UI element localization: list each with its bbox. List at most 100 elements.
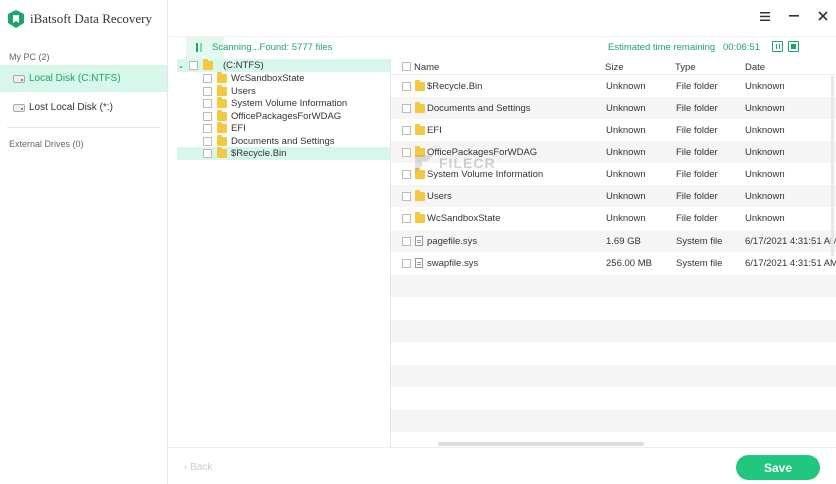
cell-size: Unknown — [606, 191, 646, 202]
pause-button[interactable] — [772, 41, 783, 52]
table-row[interactable]: EFI Unknown File folder Unknown — [391, 119, 836, 141]
cell-name: Users — [427, 191, 452, 202]
tree-item-label: (C:NTFS) — [223, 60, 264, 71]
sidebar: iBatsoft Data Recovery My PC (2) Local D… — [0, 0, 168, 484]
cell-type: System file — [676, 258, 723, 269]
stop-button[interactable] — [788, 41, 799, 52]
cell-date: Unknown — [745, 103, 785, 114]
tree-checkbox[interactable] — [189, 61, 198, 70]
cell-size: Unknown — [606, 125, 646, 136]
app-logo: iBatsoft Data Recovery — [8, 9, 152, 29]
tree-item-label: $Recycle.Bin — [231, 148, 287, 159]
tree-checkbox[interactable] — [203, 149, 212, 158]
close-icon[interactable] — [815, 8, 831, 24]
cell-type: System file — [676, 236, 723, 247]
folder-icon — [217, 110, 227, 121]
cell-size: Unknown — [606, 147, 646, 158]
tree-item-selected[interactable]: $Recycle.Bin — [177, 147, 390, 160]
table-row[interactable]: swapfile.sys 256.00 MB System file 6/17/… — [391, 252, 836, 274]
menu-icon[interactable] — [757, 8, 773, 24]
cell-date: 6/17/2021 4:31:51 AM — [745, 236, 836, 247]
watermark: FILECR — [415, 150, 515, 180]
tree-item-root[interactable]: ⌄ (C:NTFS) — [177, 59, 390, 72]
table-row[interactable]: pagefile.sys 1.69 GB System file 6/17/20… — [391, 230, 836, 252]
tree-checkbox[interactable] — [203, 74, 212, 83]
horizontal-scrollbar[interactable] — [438, 442, 644, 446]
tree-checkbox[interactable] — [203, 99, 212, 108]
cell-type: File folder — [676, 81, 718, 92]
tree-item-label: Users — [231, 86, 256, 97]
vertical-scrollbar[interactable] — [831, 76, 834, 256]
tree-item[interactable]: System Volume Information — [177, 97, 390, 110]
sidebar-item-lost-local-disk[interactable]: Lost Local Disk (*:) — [0, 94, 167, 121]
tree-item-label: EFI — [231, 123, 246, 134]
cell-size: 256.00 MB — [606, 258, 652, 269]
file-table: Name Size Type Date $Recycle.Bin Unknown… — [391, 59, 836, 447]
row-checkbox[interactable] — [402, 192, 411, 201]
tree-item-label: OfficePackagesForWDAG — [231, 111, 342, 122]
folder-tree: ⌄ (C:NTFS) WcSandboxState Users System V… — [177, 59, 390, 447]
tree-checkbox[interactable] — [203, 87, 212, 96]
minimize-icon[interactable] — [786, 8, 802, 24]
cell-type: File folder — [676, 213, 718, 224]
tree-checkbox[interactable] — [203, 124, 212, 133]
cell-date: Unknown — [745, 191, 785, 202]
table-row[interactable]: $Recycle.Bin Unknown File folder Unknown — [391, 75, 836, 97]
estimated-time-label: Estimated time remaining — [608, 42, 716, 53]
cell-size: 1.69 GB — [606, 236, 641, 247]
column-header-type[interactable]: Type — [675, 62, 696, 73]
sidebar-item-label: Local Disk (C:NTFS) — [29, 73, 121, 84]
tree-checkbox[interactable] — [203, 112, 212, 121]
column-header-size[interactable]: Size — [605, 62, 623, 73]
empty-row — [391, 410, 836, 432]
cell-date: Unknown — [745, 147, 785, 158]
my-pc-label: My PC (2) — [9, 52, 50, 62]
app-window: iBatsoft Data Recovery My PC (2) Local D… — [0, 0, 836, 484]
estimated-time-value: 00:06:51 — [723, 42, 760, 53]
external-drives-label: External Drives (0) — [9, 139, 84, 149]
row-checkbox[interactable] — [402, 148, 411, 157]
scan-status-bar: Scanning...Found: 5777 files Estimated t… — [168, 37, 836, 59]
cell-name: Documents and Settings — [427, 103, 531, 114]
cell-type: File folder — [676, 191, 718, 202]
cell-type: File folder — [676, 103, 718, 114]
save-button[interactable]: Save — [736, 455, 820, 480]
sidebar-item-local-disk[interactable]: Local Disk (C:NTFS) — [0, 65, 167, 92]
cell-type: File folder — [676, 147, 718, 158]
cell-date: Unknown — [745, 81, 785, 92]
folder-icon — [217, 85, 227, 96]
empty-row — [391, 275, 836, 297]
cell-name: pagefile.sys — [427, 236, 478, 247]
row-checkbox[interactable] — [402, 237, 411, 246]
cell-size: Unknown — [606, 81, 646, 92]
logo-icon — [8, 10, 24, 28]
table-row[interactable]: WcSandboxState Unknown File folder Unkno… — [391, 207, 836, 229]
select-all-checkbox[interactable] — [402, 62, 411, 71]
tree-item-label: System Volume Information — [231, 98, 348, 109]
table-row[interactable]: Users Unknown File folder Unknown — [391, 185, 836, 207]
back-button-label: Back — [190, 462, 213, 473]
empty-row — [391, 320, 836, 342]
column-header-date[interactable]: Date — [745, 62, 765, 73]
footer-divider — [168, 447, 836, 448]
folder-icon — [203, 59, 213, 70]
folder-icon — [217, 122, 227, 133]
row-checkbox[interactable] — [402, 104, 411, 113]
tree-item[interactable]: WcSandboxState — [177, 72, 390, 85]
column-header-name[interactable]: Name — [414, 62, 439, 73]
scan-status-text: Scanning...Found: 5777 files — [212, 42, 333, 53]
tree-item[interactable]: EFI — [177, 122, 390, 135]
back-button[interactable]: ‹ Back — [184, 462, 212, 473]
table-row[interactable]: Documents and Settings Unknown File fold… — [391, 97, 836, 119]
row-checkbox[interactable] — [402, 82, 411, 91]
row-checkbox[interactable] — [402, 259, 411, 268]
row-checkbox[interactable] — [402, 170, 411, 179]
tree-checkbox[interactable] — [203, 137, 212, 146]
cell-name: WcSandboxState — [427, 213, 501, 224]
sidebar-item-label: Lost Local Disk (*:) — [29, 102, 113, 113]
cell-name: swapfile.sys — [427, 258, 479, 269]
row-checkbox[interactable] — [402, 126, 411, 135]
chevron-down-icon[interactable]: ⌄ — [177, 61, 185, 70]
cell-date: Unknown — [745, 169, 785, 180]
row-checkbox[interactable] — [402, 214, 411, 223]
